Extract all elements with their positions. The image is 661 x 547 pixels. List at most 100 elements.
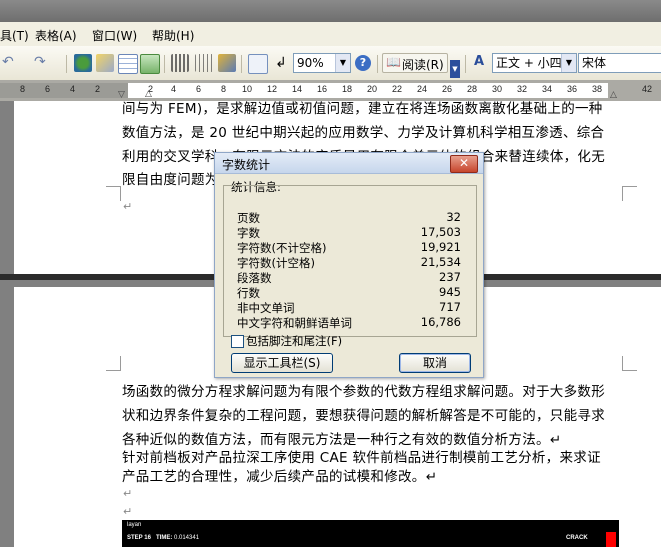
ruler-tick: 30 [492,84,503,94]
columns-icon[interactable] [171,54,189,72]
document-line: 间与为 FEM)，是求解边值或初值问题，建立在将连场函数离散化基础上的一种 [122,101,603,117]
ruler-tick: 12 [267,84,278,94]
ruler-tick: 24 [417,84,428,94]
stat-label: 页数 [237,211,260,225]
margin-corner-mark [622,186,637,201]
document-line: 场函数的微分方程求解问题为有限个参数的代数方程组求解问题。对于大多数形 [122,384,605,400]
document-map-icon[interactable] [218,54,236,72]
ruler-tick: 6 [45,84,51,94]
help-icon[interactable]: ? [355,55,371,71]
ruler-tick: 10 [242,84,253,94]
stat-value: 19,921 [420,240,461,254]
margin-corner-mark [106,356,121,371]
document-line: 产品工艺的合理性，减少后续产品的试模和修改。↵ [122,469,438,485]
stat-value: 945 [439,285,461,299]
style-value: 正文 + 小四 [496,56,562,70]
image-time-label: TIME: [156,535,173,541]
font-value: 宋体 [582,56,607,70]
zoom-combo[interactable]: 90% ▼ [293,53,351,73]
drawing-icon[interactable] [195,54,213,72]
stat-label: 字数 [237,226,260,240]
stat-value: 717 [439,300,461,314]
hyperlink-icon[interactable] [74,54,92,72]
ruler-tick: 42 [642,84,653,94]
zoom-value: 90% [297,56,324,70]
ruler-tick: 26 [442,84,453,94]
ruler-tick: 18 [342,84,353,94]
crack-legend-swatch [606,532,616,547]
menu-help[interactable]: 帮助(H) [152,27,194,44]
ruler-tick: 2 [95,84,101,94]
cancel-button[interactable]: 取消 [399,353,471,373]
ruler-tick: 28 [467,84,478,94]
toolbar-separator [377,55,378,73]
ruler-tick: 6 [196,84,202,94]
menu-bar: 具(T) 表格(A) 窗口(W) 帮助(H) [0,22,661,47]
ruler-tick: 8 [20,84,26,94]
ruler-tick: 14 [292,84,303,94]
tables-borders-icon[interactable] [96,54,114,72]
font-combo[interactable]: 宋体 [578,53,661,73]
include-footnotes-label: 包括脚注和尾注(F) [246,334,343,348]
ruler-tick: 16 [317,84,328,94]
image-label: layan [127,522,142,528]
read-mode-button[interactable]: 📖 阅读(R) [382,53,448,73]
toolbar-options-icon[interactable]: ▼ [450,60,460,78]
chevron-down-icon[interactable]: ▼ [561,54,576,72]
ruler-tick: 32 [517,84,528,94]
ruler-tick: 20 [367,84,378,94]
stat-value: 17,503 [420,225,461,239]
print-preview-icon[interactable] [248,54,268,74]
dialog-title: 字数统计 [222,158,271,172]
image-crack-label: CRACK [566,535,588,541]
menu-tools[interactable]: 具(T) [0,27,29,44]
insert-excel-icon[interactable] [140,54,160,74]
show-hide-icon[interactable]: ↲ [272,54,290,72]
image-step: STEP 16 [127,535,151,541]
style-combo[interactable]: 正文 + 小四 ▼ [492,53,577,73]
standard-toolbar: ↶ ↷ ↲ 90% ▼ ? 📖 阅读(R) ▼ A 正文 + 小四 ▼ 宋体 [0,46,661,81]
ruler-tick: 38 [592,84,603,94]
ruler-tick: 8 [221,84,227,94]
stat-value: 32 [446,210,461,224]
show-toolbar-button[interactable]: 显示工具栏(S) [231,353,333,373]
ruler-tick: 36 [567,84,578,94]
stat-label: 段落数 [237,271,272,285]
redo-icon[interactable]: ↷ [34,54,52,72]
chevron-down-icon[interactable]: ▼ [335,54,350,72]
word-count-dialog: 字数统计 ✕ 统计信息: 页数 32 字数 17,503 字符数(不计空格) 1… [214,152,484,378]
stat-label: 字符数(计空格) [237,256,315,270]
stat-value: 21,534 [420,255,461,269]
include-footnotes-checkbox[interactable] [231,335,244,348]
toolbar-separator [66,55,67,73]
margin-corner-mark [106,186,121,201]
ruler-tick: 4 [70,84,76,94]
styles-formatting-icon[interactable]: A [474,54,484,69]
close-icon[interactable]: ✕ [450,155,478,173]
document-line: 状和边界条件复杂的工程问题，要想获得问题的解析解答是不可能的，只能寻求 [122,408,605,424]
dialog-title-bar[interactable]: 字数统计 ✕ [215,153,483,174]
stat-label: 非中文单词 [237,301,295,315]
toolbar-separator [241,55,242,73]
margin-corner-mark [622,356,637,371]
simulation-image: layan STEP 16 TIME: 0.014341 CRACK [122,520,619,547]
undo-icon[interactable]: ↶ [2,54,20,72]
paragraph-mark-icon: ↵ [123,200,133,213]
book-icon: 📖 [386,55,401,69]
stat-label: 中文字符和朝鲜语单词 [237,316,352,330]
menu-table[interactable]: 表格(A) [35,27,77,44]
ruler-tick: 4 [171,84,177,94]
stat-label: 行数 [237,286,260,300]
paragraph-mark-icon: ↵ [123,487,133,500]
insert-table-icon[interactable] [118,54,138,74]
document-line: 数值方法，是 20 世纪中期兴起的应用数学、力学及计算机科学相互渗透、综合 [122,125,605,141]
stat-label: 字符数(不计空格) [237,241,327,255]
stat-value: 237 [439,270,461,284]
stat-value: 16,786 [420,315,461,329]
right-indent-marker-icon[interactable]: △ [610,90,617,100]
window-title-bar [0,0,661,22]
image-time-value: 0.014341 [174,535,200,541]
toolbar-separator [465,55,466,73]
menu-window[interactable]: 窗口(W) [92,27,137,44]
paragraph-mark-icon: ↵ [123,505,133,518]
